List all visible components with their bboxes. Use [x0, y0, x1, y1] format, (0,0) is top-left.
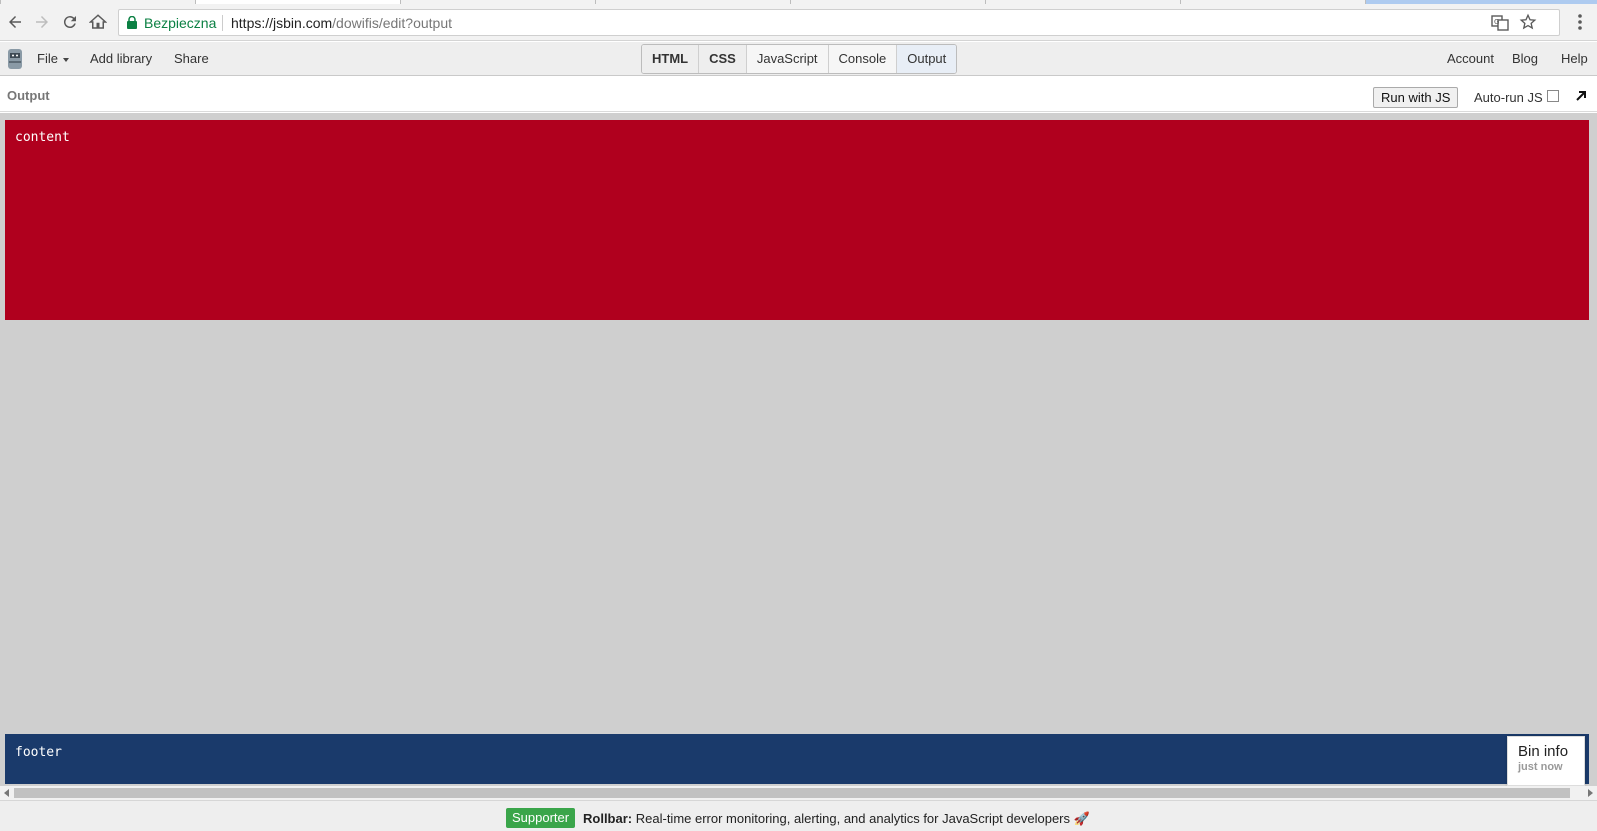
rocket-icon: 🚀	[1073, 811, 1090, 826]
forward-button[interactable]	[30, 10, 54, 34]
browser-menu-icon[interactable]	[1572, 12, 1588, 32]
bin-info-panel[interactable]: Bin info just now	[1507, 736, 1585, 786]
sponsor-bar: Supporter Rollbar: Real-time error monit…	[0, 800, 1597, 831]
url-text: https://jsbin.com/dowifis/edit?output	[231, 15, 452, 31]
supporter-badge[interactable]: Supporter	[506, 808, 576, 828]
horizontal-scrollbar[interactable]	[0, 786, 1597, 800]
blog-link[interactable]: Blog	[1512, 51, 1538, 66]
bin-info-time: just now	[1518, 761, 1563, 773]
file-menu-label: File	[37, 51, 58, 66]
jsbin-logo-icon[interactable]	[6, 47, 24, 71]
footer-block: footer	[5, 734, 1589, 784]
scroll-right-icon[interactable]	[1588, 789, 1593, 797]
output-panel-header: Output Run with JS Auto-run JS	[0, 77, 1597, 112]
autorun-checkbox[interactable]	[1547, 90, 1559, 102]
share-menu[interactable]: Share	[174, 51, 209, 66]
run-with-js-button[interactable]: Run with JS	[1373, 87, 1459, 108]
url-input[interactable]: Bezpieczna https://jsbin.com/dowifis/edi…	[118, 9, 1560, 36]
help-menu[interactable]: Help	[1561, 51, 1588, 66]
bookmark-star-icon[interactable]	[1519, 13, 1537, 31]
caret-down-icon	[62, 57, 69, 62]
output-panel-title: Output	[7, 88, 50, 103]
back-button[interactable]	[3, 10, 27, 34]
panel-console-button[interactable]: Console	[828, 45, 898, 73]
account-menu[interactable]: Account	[1447, 51, 1494, 66]
panel-toggle-group: HTML CSS JavaScript Console Output	[641, 44, 958, 74]
url-domain: https://jsbin.com	[231, 15, 333, 31]
popout-arrow-icon[interactable]	[1574, 89, 1588, 103]
translate-icon[interactable]: G	[1491, 14, 1509, 32]
add-library-menu[interactable]: Add library	[90, 51, 152, 66]
browser-address-bar: Bezpieczna https://jsbin.com/dowifis/edi…	[0, 4, 1597, 41]
panel-css-button[interactable]: CSS	[699, 45, 747, 73]
content-block: content	[5, 120, 1589, 320]
omnibox-divider	[222, 15, 223, 31]
lock-icon	[127, 16, 137, 29]
bin-info-title: Bin info	[1518, 743, 1569, 760]
reload-icon	[63, 16, 76, 29]
url-path: /dowifis/edit?output	[332, 15, 453, 31]
file-menu[interactable]: File	[37, 51, 69, 66]
sponsor-link[interactable]: Rollbar: Real-time error monitoring, ale…	[583, 811, 1090, 827]
arrow-right-icon	[36, 16, 48, 28]
jsbin-toolbar: File Add library Share HTML CSS JavaScri…	[0, 42, 1597, 76]
scrollbar-thumb[interactable]	[14, 788, 1570, 798]
home-icon	[89, 14, 107, 29]
arrow-left-icon	[9, 16, 21, 28]
sponsor-text: Real-time error monitoring, alerting, an…	[635, 811, 1070, 826]
panel-html-button[interactable]: HTML	[642, 45, 700, 73]
panel-output-button[interactable]: Output	[897, 45, 957, 73]
reload-button[interactable]	[58, 10, 82, 34]
content-text: content	[15, 130, 70, 145]
sponsor-brand: Rollbar:	[583, 811, 633, 826]
svg-text:G: G	[1494, 18, 1499, 26]
autorun-label: Auto-run JS	[1474, 90, 1543, 105]
secure-label: Bezpieczna	[144, 15, 217, 31]
panel-javascript-button[interactable]: JavaScript	[746, 45, 829, 73]
output-preview: content footer Bin info just now	[0, 113, 1597, 786]
footer-text: footer	[15, 745, 62, 760]
home-button[interactable]	[86, 10, 110, 34]
scroll-left-icon[interactable]	[4, 789, 9, 797]
